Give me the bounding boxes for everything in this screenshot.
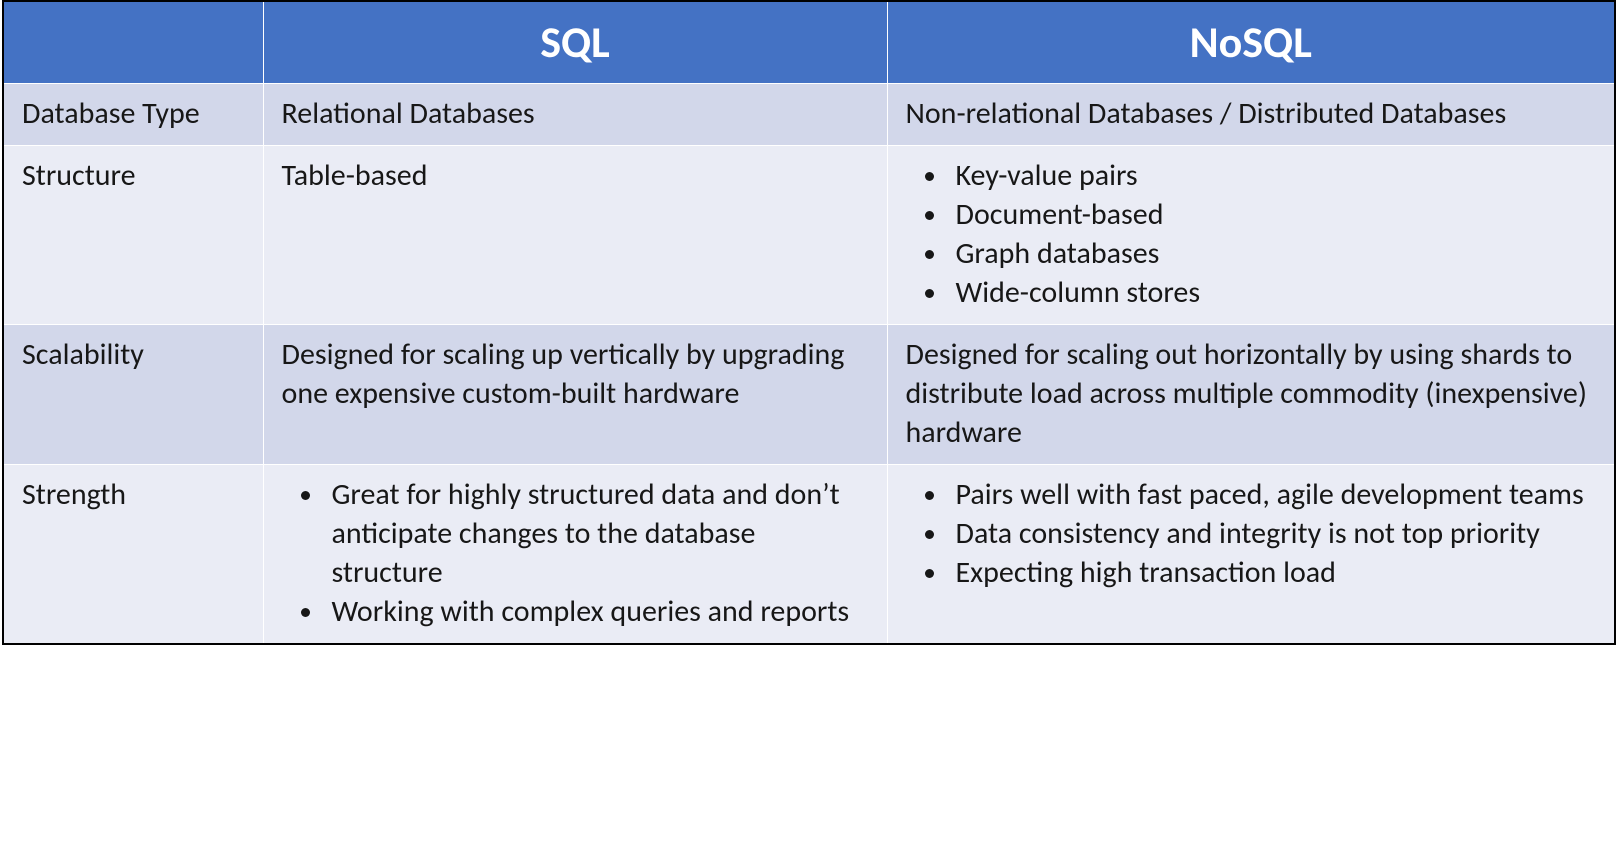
header-corner-cell — [3, 1, 263, 84]
nosql-strength-list: Pairs well with fast paced, agile develo… — [906, 475, 1597, 592]
list-item: Data consistency and integrity is not to… — [950, 514, 1597, 553]
table-row: Database Type Relational Databases Non-r… — [3, 84, 1615, 146]
list-item: Key-value pairs — [950, 156, 1597, 195]
cell-sql-strength: Great for highly structured data and don… — [263, 465, 887, 645]
list-item: Working with complex queries and reports — [326, 592, 869, 631]
comparison-table: SQL NoSQL Database Type Relational Datab… — [2, 0, 1616, 645]
cell-sql-scalability: Designed for scaling up vertically by up… — [263, 325, 887, 465]
row-label-structure: Structure — [3, 146, 263, 325]
header-nosql: NoSQL — [887, 1, 1615, 84]
list-item: Pairs well with fast paced, agile develo… — [950, 475, 1597, 514]
table-row: Strength Great for highly structured dat… — [3, 465, 1615, 645]
cell-sql-database-type: Relational Databases — [263, 84, 887, 146]
cell-nosql-structure: Key-value pairs Document-based Graph dat… — [887, 146, 1615, 325]
list-item: Great for highly structured data and don… — [326, 475, 869, 592]
row-label-strength: Strength — [3, 465, 263, 645]
cell-nosql-scalability: Designed for scaling out horizontally by… — [887, 325, 1615, 465]
cell-sql-structure: Table-based — [263, 146, 887, 325]
comparison-table-container: SQL NoSQL Database Type Relational Datab… — [0, 0, 1618, 653]
table-header-row: SQL NoSQL — [3, 1, 1615, 84]
list-item: Graph databases — [950, 234, 1597, 273]
sql-strength-list: Great for highly structured data and don… — [282, 475, 869, 631]
row-label-database-type: Database Type — [3, 84, 263, 146]
row-label-scalability: Scalability — [3, 325, 263, 465]
table-row: Scalability Designed for scaling up vert… — [3, 325, 1615, 465]
table-row: Structure Table-based Key-value pairs Do… — [3, 146, 1615, 325]
list-item: Document-based — [950, 195, 1597, 234]
header-sql: SQL — [263, 1, 887, 84]
cell-nosql-database-type: Non-relational Databases / Distributed D… — [887, 84, 1615, 146]
list-item: Expecting high transaction load — [950, 553, 1597, 592]
nosql-structure-list: Key-value pairs Document-based Graph dat… — [906, 156, 1597, 312]
list-item: Wide-column stores — [950, 273, 1597, 312]
cell-nosql-strength: Pairs well with fast paced, agile develo… — [887, 465, 1615, 645]
